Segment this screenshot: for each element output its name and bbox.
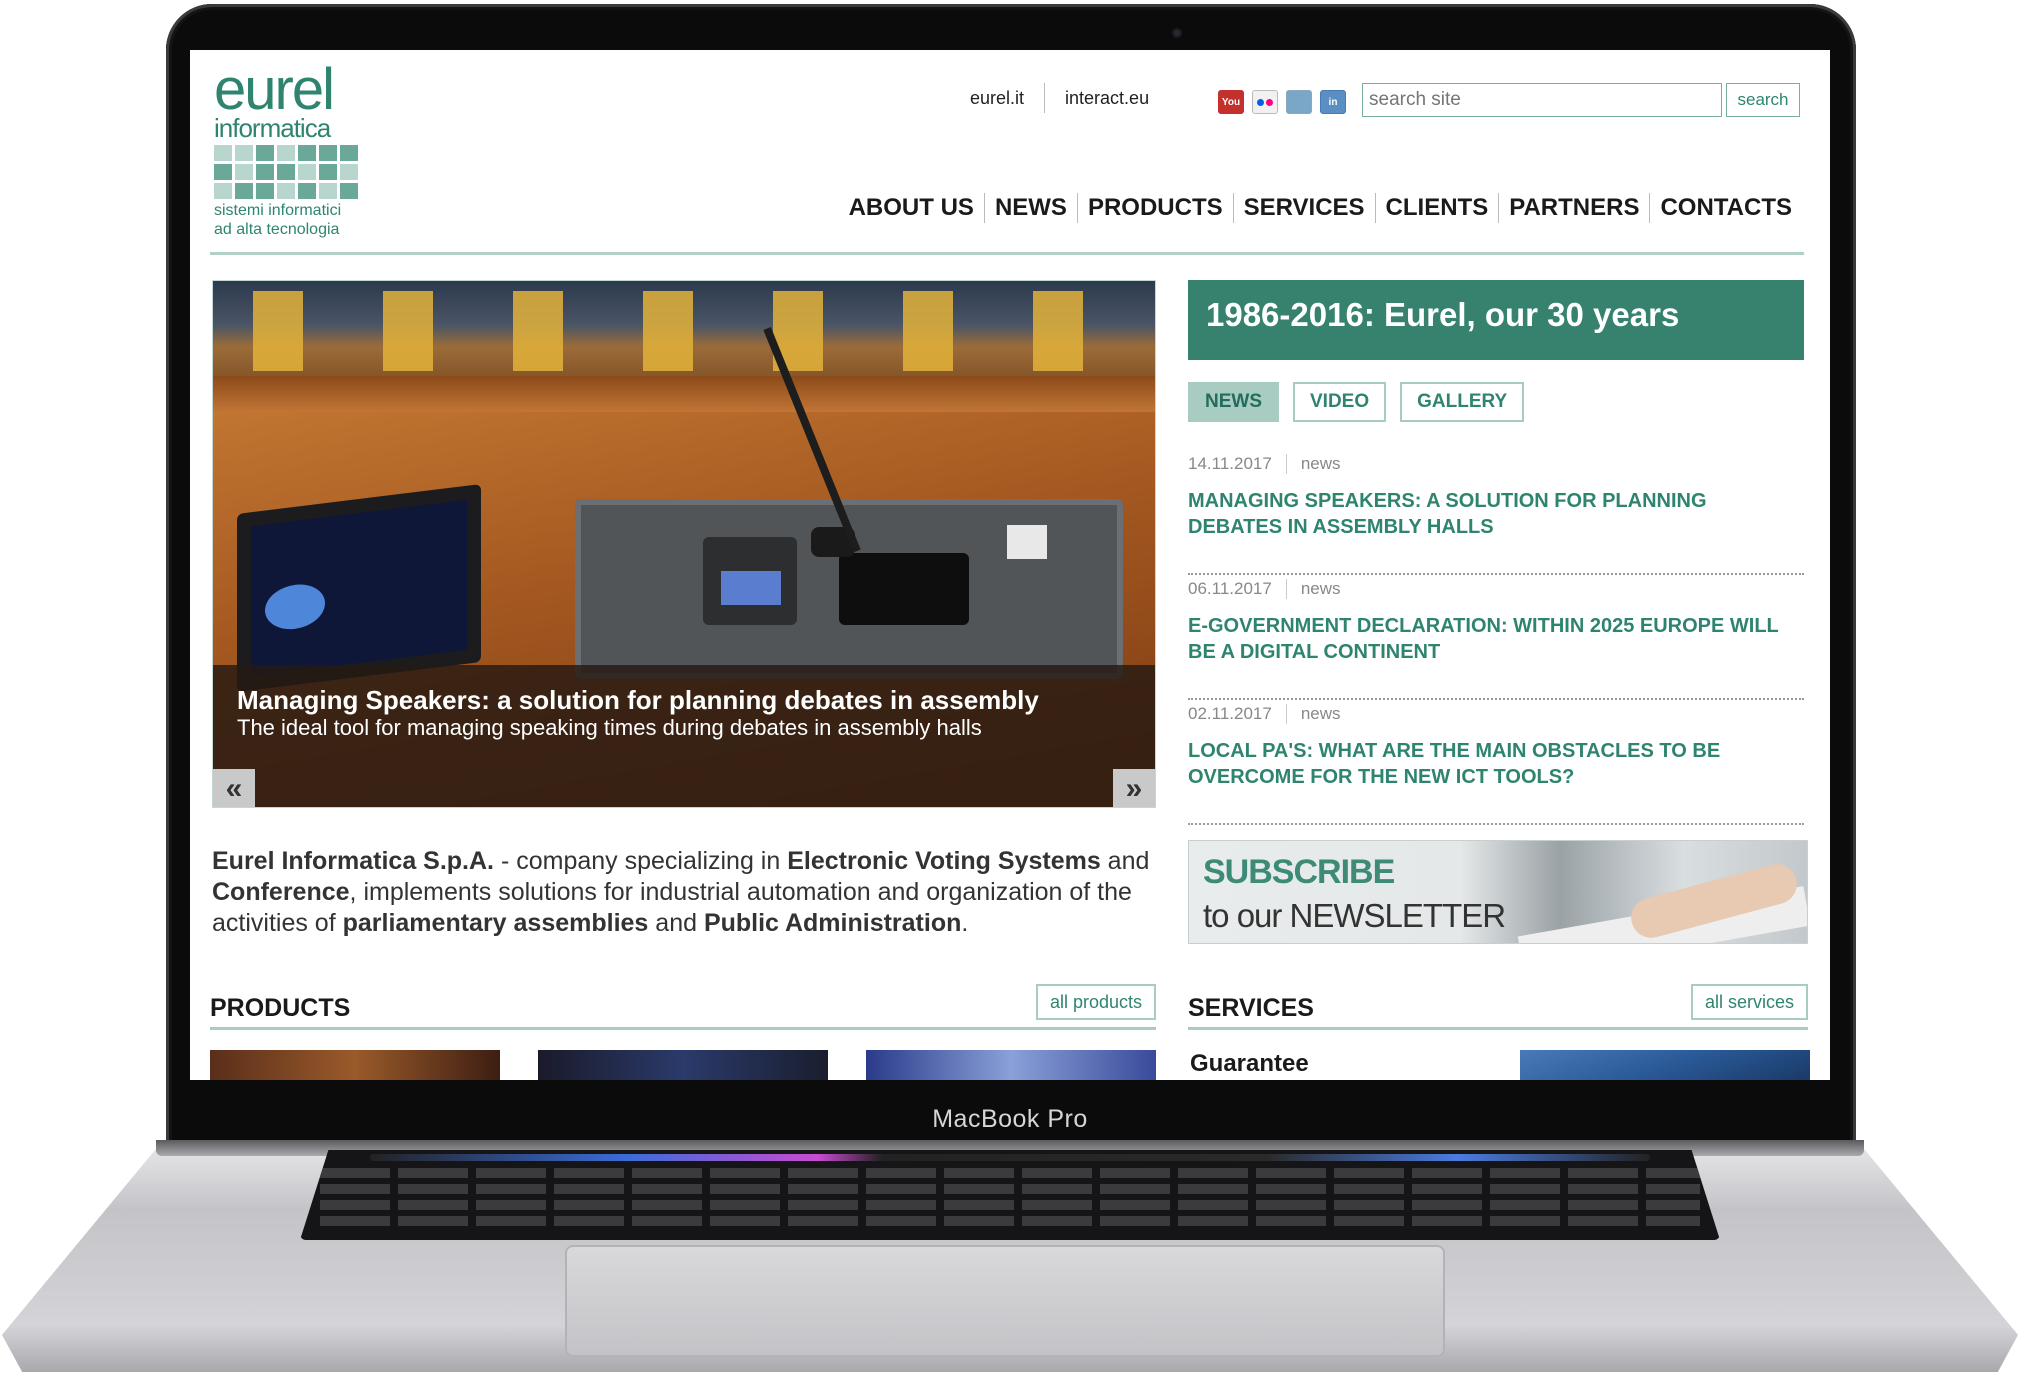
slider-prev-button[interactable]: «: [213, 769, 255, 807]
intro-company: Eurel Informatica S.p.A.: [212, 847, 495, 875]
product-thumbnail[interactable]: [866, 1050, 1156, 1080]
news-item: 02.11.2017 news LOCAL PA'S: WHAT ARE THE…: [1188, 700, 1804, 825]
flickr-icon[interactable]: [1252, 90, 1278, 114]
photo-gallery-icon[interactable]: [1286, 90, 1312, 114]
nav-about-us[interactable]: ABOUT US: [839, 193, 984, 223]
news-meta: 14.11.2017 news: [1188, 454, 1341, 474]
service-item-title[interactable]: Guarantee: [1190, 1050, 1309, 1078]
news-date: 02.11.2017: [1188, 704, 1272, 723]
hero-image-monitor: [237, 484, 481, 692]
intro-text: and: [1100, 847, 1150, 875]
logo-sub: informatica: [214, 113, 331, 143]
website: eurel informatica sistemi informatici ad…: [190, 50, 1830, 1080]
site-logo[interactable]: eurel informatica sistemi informatici ad…: [214, 57, 362, 238]
intro-bold: Electronic Voting Systems: [787, 847, 1101, 875]
all-products-button[interactable]: all products: [1035, 984, 1156, 1020]
hero-slider[interactable]: Managing Speakers: a solution for planni…: [212, 280, 1156, 808]
main-nav: ABOUT US NEWS PRODUCTS SERVICES CLIENTS …: [839, 193, 1802, 223]
product-thumbnail[interactable]: [538, 1050, 828, 1080]
logo-tagline-1: sistemi informatici: [214, 202, 342, 219]
link-eurel-it[interactable]: eurel.it: [950, 88, 1044, 109]
services-title: SERVICES: [1188, 994, 1314, 1022]
nav-contacts[interactable]: CONTACTS: [1650, 193, 1802, 223]
search-input[interactable]: [1362, 83, 1722, 117]
hero-title[interactable]: Managing Speakers: a solution for planni…: [237, 685, 1039, 716]
newsletter-line-2: to our NEWSLETTER: [1203, 897, 1506, 934]
news-category: news: [1285, 704, 1341, 724]
nav-news[interactable]: NEWS: [985, 193, 1077, 223]
linkedin-icon[interactable]: in: [1320, 90, 1346, 114]
hero-subtitle: The ideal tool for managing speaking tim…: [237, 715, 982, 740]
intro-bold: Public Administration: [703, 909, 962, 937]
intro-bold: Conference: [212, 878, 350, 906]
news-title-link[interactable]: E-GOVERNMENT DECLARATION: WITHIN 2025 EU…: [1188, 613, 1788, 665]
news-title-link[interactable]: MANAGING SPEAKERS: A SOLUTION FOR PLANNI…: [1188, 488, 1788, 540]
nav-clients[interactable]: CLIENTS: [1376, 193, 1499, 223]
newsletter-banner[interactable]: SUBSCRIBE to our NEWSLETTER: [1188, 840, 1808, 944]
services-section-header: SERVICES all services: [1188, 984, 1808, 1030]
anniversary-banner[interactable]: 1986-2016: Eurel, our 30 years: [1188, 280, 1804, 360]
product-thumbnail[interactable]: [210, 1050, 500, 1080]
trackpad: [565, 1245, 1445, 1357]
hero-image-rail: [213, 376, 1155, 412]
tab-video[interactable]: VIDEO: [1293, 382, 1387, 422]
key-row: [320, 1184, 1700, 1194]
hero-image-seats: [213, 291, 1155, 371]
search-button[interactable]: search: [1726, 83, 1800, 117]
logo-tagline-2: ad alta tecnologia: [214, 221, 340, 238]
products-section-header: PRODUCTS all products: [210, 984, 1156, 1030]
news-title-link[interactable]: LOCAL PA'S: WHAT ARE THE MAIN OBSTACLES …: [1188, 738, 1788, 790]
nav-products[interactable]: PRODUCTS: [1078, 193, 1233, 223]
news-category: news: [1285, 579, 1341, 599]
news-date: 14.11.2017: [1188, 454, 1272, 473]
top-links: eurel.it interact.eu: [950, 83, 1169, 113]
news-tabs: NEWS VIDEO GALLERY: [1188, 382, 1525, 422]
keyboard: [300, 1150, 1720, 1240]
news-list: 14.11.2017 news MANAGING SPEAKERS: A SOL…: [1188, 450, 1804, 825]
laptop-screen: eurel informatica sistemi informatici ad…: [190, 50, 1830, 1080]
news-meta: 06.11.2017 news: [1188, 579, 1341, 599]
hero-image-display: [721, 571, 781, 605]
link-interact-eu[interactable]: interact.eu: [1045, 88, 1169, 109]
news-date: 06.11.2017: [1188, 579, 1272, 598]
news-category: news: [1285, 454, 1341, 474]
hero-image-opening: [839, 553, 969, 625]
hero-image-label: [1007, 525, 1047, 559]
slider-next-button[interactable]: »: [1113, 769, 1155, 807]
social-icons: You in: [1218, 90, 1346, 114]
news-meta: 02.11.2017 news: [1188, 704, 1341, 724]
key-row: [320, 1200, 1700, 1210]
tab-news[interactable]: NEWS: [1188, 382, 1279, 422]
header-divider: [210, 252, 1804, 255]
intro-text: .: [961, 909, 969, 937]
newsletter-line-1: SUBSCRIBE: [1203, 853, 1395, 891]
intro-bold: parliamentary assemblies: [342, 909, 649, 937]
model-label: MacBook Pro: [932, 1105, 1088, 1133]
products-title: PRODUCTS: [210, 994, 351, 1022]
news-item: 06.11.2017 news E-GOVERNMENT DECLARATION…: [1188, 575, 1804, 700]
key-row: [320, 1168, 1700, 1178]
camera-icon: [1172, 28, 1182, 38]
intro-text: and: [648, 909, 704, 937]
tab-gallery[interactable]: GALLERY: [1400, 382, 1525, 422]
key-row: [320, 1216, 1700, 1226]
service-thumbnail[interactable]: [1520, 1050, 1810, 1080]
all-services-button[interactable]: all services: [1690, 984, 1808, 1020]
nav-services[interactable]: SERVICES: [1234, 193, 1375, 223]
touch-bar: [370, 1154, 1650, 1161]
logo-word: eurel: [214, 57, 335, 122]
news-item: 14.11.2017 news MANAGING SPEAKERS: A SOL…: [1188, 450, 1804, 575]
logo-grid-icon: [214, 145, 362, 199]
intro-text: - company specializing in: [494, 847, 788, 875]
nav-partners[interactable]: PARTNERS: [1499, 193, 1649, 223]
youtube-icon[interactable]: You: [1218, 90, 1244, 114]
company-intro: Eurel Informatica S.p.A. - company speci…: [212, 846, 1156, 939]
